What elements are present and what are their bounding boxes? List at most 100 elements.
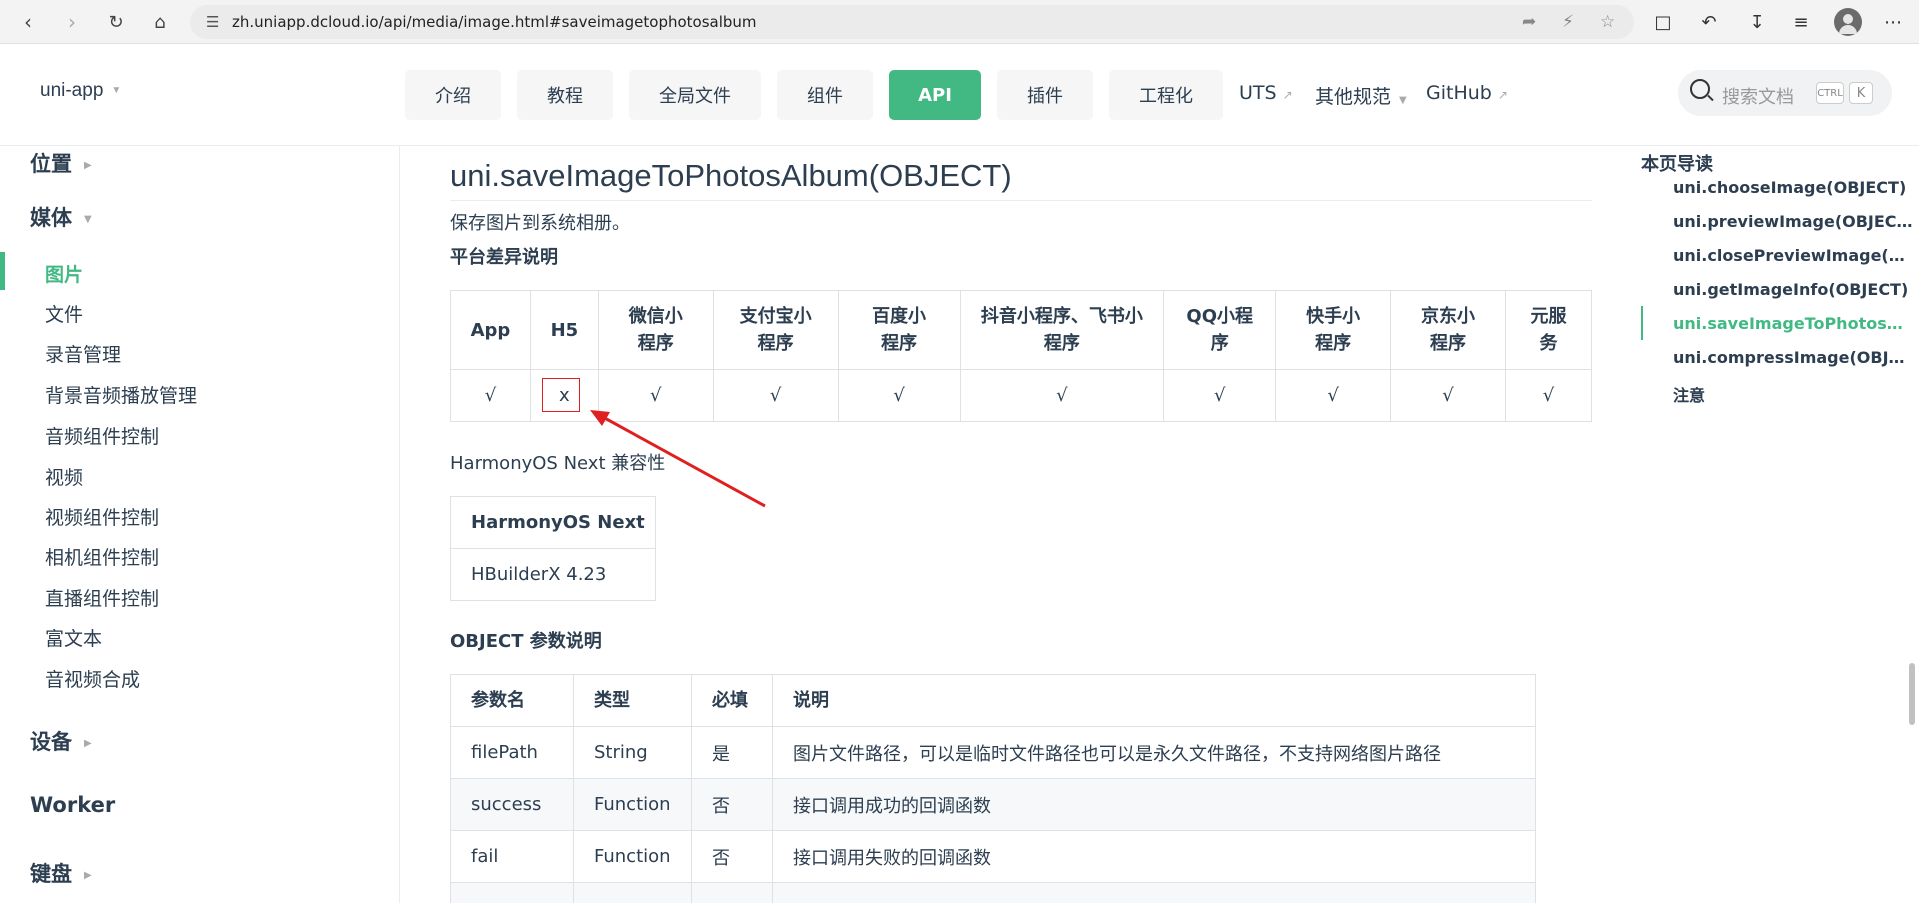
- platform-heading: 平台差异说明: [450, 247, 558, 268]
- platform-col-qq: QQ小程序: [1163, 290, 1277, 370]
- chevron-down-icon: ▼: [84, 213, 92, 225]
- sidebar-item-recorder[interactable]: 录音管理: [45, 340, 121, 367]
- table-of-contents: 本页导读 uni.chooseImage(OBJECT) uni.preview…: [1641, 146, 1919, 903]
- col-param-name: 参数名: [450, 674, 574, 727]
- reading-list-icon[interactable]: ≡: [1786, 8, 1816, 36]
- sidebar-item-image[interactable]: 图片: [45, 260, 83, 287]
- bolt-icon[interactable]: ⚡: [1562, 12, 1574, 32]
- undo-icon[interactable]: ↶: [1694, 8, 1724, 36]
- share-icon[interactable]: ➦: [1522, 12, 1536, 32]
- harmony-value: HBuilderX 4.23: [450, 548, 656, 601]
- address-bar[interactable]: ☰ zh.uniapp.dcloud.io/api/media/image.ht…: [190, 5, 1634, 39]
- table-cell: String: [573, 726, 692, 779]
- external-link-icon: ↗: [1497, 88, 1508, 102]
- toc-item-save-image[interactable]: uni.saveImageToPhotosAlbum(OBJECT): [1673, 314, 1913, 333]
- platform-col-kuaishou: 快手小程序: [1275, 290, 1392, 370]
- site-info-icon[interactable]: ☰: [206, 13, 219, 31]
- scrollbar-thumb[interactable]: [1909, 663, 1915, 725]
- browser-toolbar: ‹ › ↻ ⌂ ☰ zh.uniapp.dcloud.io/api/media/…: [0, 0, 1919, 44]
- url-text: zh.uniapp.dcloud.io/api/media/image.html…: [232, 13, 757, 31]
- harmony-table: HarmonyOS Next HBuilderX 4.23: [450, 496, 656, 601]
- sidebar-item-audio-ctrl[interactable]: 音频组件控制: [45, 422, 159, 449]
- platform-cell: √: [1390, 369, 1506, 422]
- sidebar-item-rich-text[interactable]: 富文本: [45, 624, 102, 651]
- platform-col-yuanfuwu: 元服务: [1504, 290, 1593, 370]
- nav-uts-label: UTS: [1239, 82, 1277, 104]
- nav-github[interactable]: GitHub ↗: [1426, 82, 1508, 104]
- sidebar-group-keyboard[interactable]: 键盘 ▶: [30, 858, 92, 888]
- harmony-heading: HarmonyOS Next 兼容性: [450, 453, 666, 474]
- profile-avatar-icon[interactable]: [1834, 8, 1862, 36]
- nav-other-specs[interactable]: 其他规范 ▼: [1315, 82, 1407, 109]
- chevron-down-icon: ▼: [1399, 95, 1407, 106]
- harmony-header: HarmonyOS Next: [450, 496, 656, 549]
- reload-icon[interactable]: ↻: [102, 8, 130, 36]
- platform-col-baidu: 百度小程序: [837, 290, 961, 370]
- extensions-icon[interactable]: □: [1648, 8, 1678, 36]
- toc-item-get-image-info[interactable]: uni.getImageInfo(OBJECT): [1673, 280, 1913, 299]
- page-title: uni.saveImageToPhotosAlbum(OBJECT): [450, 158, 1012, 193]
- bookmark-star-icon[interactable]: ☆: [1600, 12, 1615, 32]
- forward-icon[interactable]: ›: [58, 8, 86, 36]
- table-cell: 否: [691, 830, 773, 883]
- table-cell: fail: [450, 830, 574, 883]
- nav-plugins[interactable]: 插件: [997, 70, 1093, 120]
- sidebar-group-location[interactable]: 位置 ▶: [30, 148, 92, 178]
- sidebar-item-camera-ctrl[interactable]: 相机组件控制: [45, 543, 159, 570]
- sidebar-group-device[interactable]: 设备 ▶: [30, 726, 92, 756]
- col-type: 类型: [573, 674, 692, 727]
- toc-item-choose-image[interactable]: uni.chooseImage(OBJECT): [1673, 178, 1913, 197]
- nav-engineering[interactable]: 工程化: [1109, 70, 1223, 120]
- platform-cell: √: [1275, 369, 1392, 422]
- sidebar-item-file[interactable]: 文件: [45, 300, 83, 327]
- nav-uts[interactable]: UTS ↗: [1239, 82, 1293, 104]
- table-cell: [691, 882, 773, 903]
- sidebar-item-av-compose[interactable]: 音视频合成: [45, 665, 140, 692]
- brand-menu[interactable]: uni-app ▼: [40, 80, 121, 102]
- col-required: 必填: [691, 674, 773, 727]
- toc-item-compress-image[interactable]: uni.compressImage(OBJECT): [1673, 348, 1913, 367]
- toc-active-indicator: [1641, 306, 1643, 340]
- search-icon: [1690, 79, 1710, 99]
- nav-global-files[interactable]: 全局文件: [629, 70, 761, 120]
- table-cell: [573, 882, 692, 903]
- table-cell: Function: [573, 830, 692, 883]
- title-divider: [450, 200, 1592, 201]
- sidebar-group-label: 媒体: [30, 206, 72, 230]
- nav-github-label: GitHub: [1426, 82, 1492, 104]
- brand-label: uni-app: [40, 80, 104, 101]
- table-cell: 否: [691, 778, 773, 831]
- nav-tutorial[interactable]: 教程: [517, 70, 613, 120]
- table-row: success Function 否 接口调用成功的回调函数: [450, 778, 1536, 831]
- sidebar-item-video-ctrl[interactable]: 视频组件控制: [45, 503, 159, 530]
- toc-item-close-preview[interactable]: uni.closePreviewImage(OBJECT): [1673, 246, 1913, 265]
- sidebar-group-label: 设备: [30, 730, 72, 754]
- search-input[interactable]: 搜索文档 CTRL K: [1678, 70, 1892, 116]
- sidebar-group-worker[interactable]: Worker: [30, 793, 115, 817]
- home-icon[interactable]: ⌂: [146, 8, 174, 36]
- shortcut-ctrl-key: CTRL: [1816, 82, 1844, 104]
- table-row: fail Function 否 接口调用失败的回调函数: [450, 830, 1536, 883]
- table-cell: [450, 882, 574, 903]
- platform-value-row: √ x √ √ √ √ √ √ √ √: [450, 369, 1593, 422]
- more-menu-icon[interactable]: ⋯: [1878, 8, 1908, 36]
- download-icon[interactable]: ↧: [1742, 8, 1772, 36]
- platform-cell: √: [712, 369, 839, 422]
- nav-intro[interactable]: 介绍: [405, 70, 501, 120]
- back-icon[interactable]: ‹: [14, 8, 42, 36]
- toc-item-preview-image[interactable]: uni.previewImage(OBJECT): [1673, 212, 1913, 231]
- shortcut-k-key: K: [1849, 82, 1873, 104]
- platform-cell: √: [597, 369, 714, 422]
- sidebar-item-video[interactable]: 视频: [45, 463, 83, 490]
- table-cell: 图片文件路径，可以是临时文件路径也可以是永久文件路径，不支持网络图片路径: [772, 726, 1536, 779]
- sidebar-group-media[interactable]: 媒体 ▼: [30, 202, 92, 232]
- active-indicator: [0, 252, 5, 290]
- toc-item-notes[interactable]: 注意: [1673, 382, 1913, 406]
- sidebar-item-live-ctrl[interactable]: 直播组件控制: [45, 584, 159, 611]
- platform-col-douyin: 抖音小程序、飞书小程序: [959, 290, 1165, 370]
- nav-api[interactable]: API: [889, 70, 981, 120]
- platform-cell: √: [1163, 369, 1277, 422]
- sidebar-item-bg-audio[interactable]: 背景音频播放管理: [45, 381, 197, 408]
- nav-components[interactable]: 组件: [777, 70, 873, 120]
- chevron-right-icon: ▶: [84, 159, 92, 171]
